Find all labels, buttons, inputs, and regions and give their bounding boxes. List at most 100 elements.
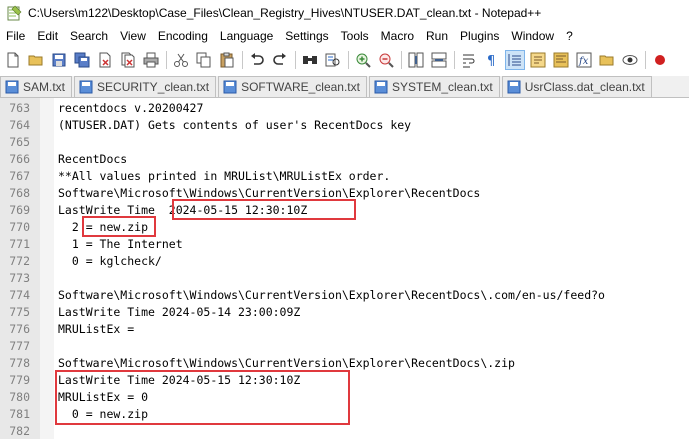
code-line[interactable]: 772 0 = kglcheck/ bbox=[0, 253, 689, 270]
menu-encoding[interactable]: Encoding bbox=[152, 26, 214, 46]
menu-file[interactable]: File bbox=[0, 26, 31, 46]
svg-text:¶: ¶ bbox=[487, 54, 495, 68]
tab-label: SECURITY_clean.txt bbox=[97, 80, 210, 94]
tab-usrclass[interactable]: UsrClass.dat_clean.txt bbox=[501, 76, 652, 97]
tab-label: UsrClass.dat_clean.txt bbox=[524, 80, 645, 94]
line-text[interactable]: MRUListEx = bbox=[58, 321, 134, 338]
menu-language[interactable]: Language bbox=[214, 26, 279, 46]
save-all-icon[interactable] bbox=[72, 50, 92, 70]
toolbar-separator bbox=[295, 51, 296, 69]
svg-text:fx: fx bbox=[578, 56, 589, 67]
close-icon[interactable] bbox=[95, 50, 115, 70]
code-line[interactable]: 767 **All values printed in MRUList\MRULi… bbox=[0, 168, 689, 185]
folder-workspace-icon[interactable] bbox=[597, 50, 617, 70]
new-icon[interactable] bbox=[3, 50, 23, 70]
line-number: 775 bbox=[9, 305, 30, 319]
open-icon[interactable] bbox=[26, 50, 46, 70]
close-all-icon[interactable] bbox=[118, 50, 138, 70]
line-number: 780 bbox=[9, 390, 30, 404]
line-text[interactable]: 1 = The Internet bbox=[58, 236, 183, 253]
code-line[interactable]: 777 bbox=[0, 338, 689, 355]
save-icon[interactable] bbox=[49, 50, 69, 70]
toolbar-separator bbox=[348, 51, 349, 69]
tab-sam[interactable]: SAM.txt bbox=[0, 76, 73, 97]
line-text[interactable]: **All values printed in MRUList\MRUListE… bbox=[58, 168, 390, 185]
monitor-icon[interactable] bbox=[620, 50, 640, 70]
print-icon[interactable] bbox=[141, 50, 161, 70]
line-number: 767 bbox=[9, 169, 30, 183]
tab-security[interactable]: SECURITY_clean.txt bbox=[74, 76, 217, 97]
udl-icon[interactable] bbox=[528, 50, 548, 70]
zoom-out-icon[interactable] bbox=[376, 50, 396, 70]
indent-guide-icon[interactable] bbox=[505, 50, 525, 70]
save-icon bbox=[507, 80, 521, 94]
code-line[interactable]: 765 bbox=[0, 134, 689, 151]
tab-system[interactable]: SYSTEM_clean.txt bbox=[368, 76, 500, 97]
menu-settings[interactable]: Settings bbox=[279, 26, 334, 46]
menu-macro[interactable]: Macro bbox=[375, 26, 420, 46]
title-bar: C:\Users\m122\Desktop\Case_Files\Clean_R… bbox=[0, 0, 689, 26]
menu-plugins[interactable]: Plugins bbox=[454, 26, 505, 46]
line-text[interactable]: (NTUSER.DAT) Gets contents of user's Rec… bbox=[58, 117, 411, 134]
code-line[interactable]: 773 bbox=[0, 270, 689, 287]
editor-area[interactable]: 763 recentdocs v.20200427 764 (NTUSER.DAT) … bbox=[0, 98, 689, 439]
function-list-icon[interactable]: fx bbox=[574, 50, 594, 70]
line-number: 763 bbox=[9, 101, 30, 115]
tab-bar: SAM.txt SECURITY_clean.txt SOFTWARE_clea… bbox=[0, 76, 689, 98]
save-icon bbox=[374, 80, 388, 94]
notepadpp-app-icon[interactable] bbox=[6, 5, 22, 21]
highlight-box-new-zip bbox=[82, 216, 156, 237]
line-number: 782 bbox=[9, 424, 30, 438]
line-number: 778 bbox=[9, 356, 30, 370]
code-line[interactable]: 766 RecentDocs bbox=[0, 151, 689, 168]
show-all-chars-icon[interactable]: ¶ bbox=[482, 50, 502, 70]
redo-icon[interactable] bbox=[270, 50, 290, 70]
code-line[interactable]: 775 LastWrite Time 2024-05-14 23:00:09Z bbox=[0, 304, 689, 321]
line-number: 774 bbox=[9, 288, 30, 302]
code-line[interactable]: 776 MRUListEx = bbox=[0, 321, 689, 338]
menu-window[interactable]: Window bbox=[505, 26, 560, 46]
line-number: 776 bbox=[9, 322, 30, 336]
copy-icon[interactable] bbox=[194, 50, 214, 70]
code-line[interactable]: 774 Software\Microsoft\Windows\CurrentVer… bbox=[0, 287, 689, 304]
sync-h-icon[interactable] bbox=[429, 50, 449, 70]
undo-icon[interactable] bbox=[247, 50, 267, 70]
replace-icon[interactable] bbox=[323, 50, 343, 70]
menu-run[interactable]: Run bbox=[420, 26, 454, 46]
paste-icon[interactable] bbox=[217, 50, 237, 70]
zoom-in-icon[interactable] bbox=[353, 50, 373, 70]
line-number: 765 bbox=[9, 135, 30, 149]
line-text[interactable]: RecentDocs bbox=[58, 151, 127, 168]
tab-software[interactable]: SOFTWARE_clean.txt bbox=[218, 76, 367, 97]
menu-edit[interactable]: Edit bbox=[31, 26, 64, 46]
code-line[interactable]: 771 1 = The Internet bbox=[0, 236, 689, 253]
line-text[interactable]: Software\Microsoft\Windows\CurrentVersio… bbox=[58, 287, 605, 304]
save-icon bbox=[223, 80, 237, 94]
doc-map-icon[interactable] bbox=[551, 50, 571, 70]
line-number: 770 bbox=[9, 220, 30, 234]
tab-label: SAM.txt bbox=[23, 80, 66, 94]
menu-help[interactable]: ? bbox=[560, 26, 579, 46]
line-text[interactable]: LastWrite Time 2024-05-14 23:00:09Z bbox=[58, 304, 300, 321]
word-wrap-icon[interactable] bbox=[459, 50, 479, 70]
line-number: 779 bbox=[9, 373, 30, 387]
line-text[interactable]: 0 = kglcheck/ bbox=[58, 253, 162, 270]
menu-bar: File Edit Search View Encoding Language … bbox=[0, 26, 689, 46]
toolbar-separator bbox=[242, 51, 243, 69]
record-macro-icon[interactable] bbox=[650, 50, 670, 70]
menu-view[interactable]: View bbox=[114, 26, 152, 46]
menu-search[interactable]: Search bbox=[64, 26, 114, 46]
cut-icon[interactable] bbox=[171, 50, 191, 70]
code-line[interactable]: 782 bbox=[0, 423, 689, 439]
line-number: 773 bbox=[9, 271, 30, 285]
sync-v-icon[interactable] bbox=[406, 50, 426, 70]
highlight-box-zip-key bbox=[55, 370, 350, 425]
code-line[interactable]: 763 recentdocs v.20200427 bbox=[0, 100, 689, 117]
find-icon[interactable] bbox=[300, 50, 320, 70]
line-number: 769 bbox=[9, 203, 30, 217]
line-text[interactable]: recentdocs v.20200427 bbox=[58, 100, 203, 117]
menu-tools[interactable]: Tools bbox=[335, 26, 375, 46]
line-number: 768 bbox=[9, 186, 30, 200]
tab-label: SOFTWARE_clean.txt bbox=[241, 80, 360, 94]
code-line[interactable]: 764 (NTUSER.DAT) Gets contents of user's … bbox=[0, 117, 689, 134]
